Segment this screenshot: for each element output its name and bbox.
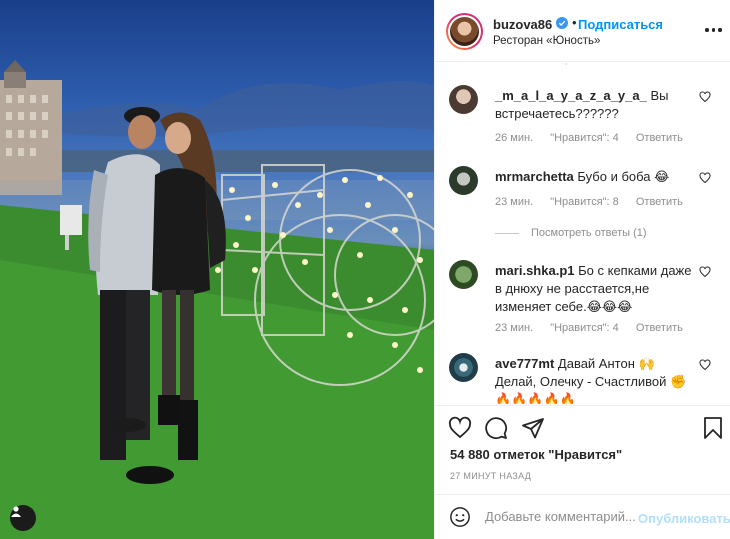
comment-like-count[interactable]: "Нравится": 4 — [550, 322, 619, 334]
comment-username[interactable]: _m_a_l_a_y_a_z_a_y_a_ — [495, 88, 647, 103]
divider — [495, 232, 519, 234]
comment-avatar[interactable] — [449, 85, 478, 114]
comment-time: 23 мин. — [495, 196, 534, 208]
comment-meta: 26 мин. "Нравится": 4 Ответить — [495, 132, 697, 144]
post-location[interactable]: Ресторан «Юность» — [493, 35, 600, 47]
user-tag-icon[interactable] — [10, 505, 36, 531]
comment-input[interactable] — [485, 509, 635, 524]
comment-item: _m_a_l_a_y_a_z_a_y_a_ Вы встречаетесь???… — [449, 85, 719, 153]
comment-like-icon[interactable] — [699, 266, 711, 278]
likes-count[interactable]: 54 880 отметок "Нравится" — [450, 447, 622, 462]
comment-avatar[interactable] — [449, 353, 478, 382]
view-replies-button[interactable]: Посмотреть ответы (1) — [495, 227, 647, 239]
post-username[interactable]: buzova86 — [493, 17, 552, 32]
follow-button[interactable]: Подписаться — [578, 17, 663, 32]
comment-like-icon[interactable] — [699, 359, 711, 371]
comment-item: mrmarchetta Бубо и боба 😂 23 мин. "Нрави… — [449, 166, 719, 226]
comment-time: 26 мин. — [495, 132, 534, 144]
comment-text: mrmarchetta Бубо и боба 😂 — [495, 168, 695, 186]
comment-item: mari.shka.p1 Бо с кепками даже в днюху н… — [449, 260, 719, 340]
comment-avatar[interactable] — [449, 260, 478, 289]
comment-like-count[interactable]: "Нравится": 4 — [550, 132, 619, 144]
post-header: buzova86 • Подписаться Ресторан «Юность» — [435, 0, 730, 62]
comment-like-icon[interactable] — [699, 91, 711, 103]
post-photo[interactable] — [0, 0, 434, 539]
scroll-fade: ˙ — [565, 63, 569, 74]
reply-button[interactable]: Ответить — [636, 132, 683, 144]
comment-username[interactable]: ave777mt — [495, 356, 554, 371]
comment-icon[interactable] — [484, 416, 508, 440]
post-actions — [435, 405, 730, 450]
share-icon[interactable] — [521, 416, 545, 440]
avatar[interactable] — [446, 13, 483, 50]
verified-icon — [556, 17, 568, 29]
photo-scene — [0, 60, 434, 539]
comment-username[interactable]: mari.shka.p1 — [495, 263, 575, 278]
view-replies-label: Посмотреть ответы (1) — [531, 227, 647, 239]
comment-like-icon[interactable] — [699, 172, 711, 184]
post-timestamp[interactable]: 27 МИНУТ НАЗАД — [450, 471, 531, 481]
comment-text: ave777mt Давай Антон 🙌 Делай, Олечку - С… — [495, 355, 695, 404]
comments-list[interactable]: ˙ _m_a_l_a_y_a_z_a_y_a_ Вы встречаетесь?… — [435, 63, 730, 404]
add-comment-bar: Опубликовать — [435, 494, 730, 539]
reply-button[interactable]: Ответить — [636, 196, 683, 208]
reply-button[interactable]: Ответить — [636, 322, 683, 334]
publish-button[interactable]: Опубликовать — [638, 511, 730, 526]
heart-icon[interactable] — [448, 416, 472, 440]
comment-avatar[interactable] — [449, 166, 478, 195]
comment-text: _m_a_l_a_y_a_z_a_y_a_ Вы встречаетесь???… — [495, 87, 695, 123]
comment-username[interactable]: mrmarchetta — [495, 169, 574, 184]
emoji-icon[interactable] — [449, 506, 471, 528]
post-side-panel: buzova86 • Подписаться Ресторан «Юность»… — [434, 0, 730, 539]
comment-text: mari.shka.p1 Бо с кепками даже в днюху н… — [495, 262, 695, 316]
comment-item: ave777mt Давай Антон 🙌 Делай, Олечку - С… — [449, 353, 719, 404]
comment-like-count[interactable]: "Нравится": 8 — [550, 196, 619, 208]
comment-meta: 23 мин. "Нравится": 8 Ответить — [495, 196, 697, 208]
comment-body: Бубо и боба 😂 — [577, 169, 670, 184]
comment-meta: 23 мин. "Нравится": 4 Ответить — [495, 322, 697, 334]
comment-time: 23 мин. — [495, 322, 534, 334]
more-icon[interactable] — [705, 22, 725, 38]
bookmark-icon[interactable] — [701, 416, 725, 440]
separator-dot: • — [572, 15, 577, 30]
